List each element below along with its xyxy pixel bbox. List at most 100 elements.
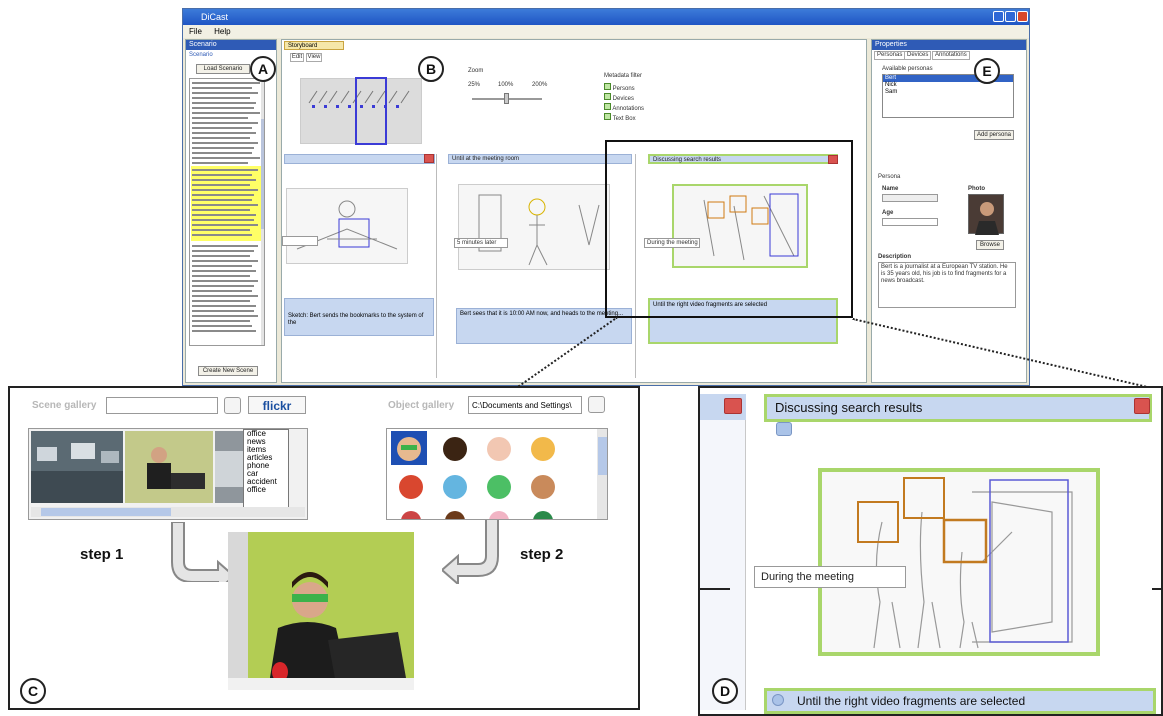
scene-1-close-button[interactable] [424, 154, 434, 163]
scene-1-header[interactable] [284, 154, 435, 164]
persona-section-label: Persona [878, 174, 901, 180]
zoom-slider-thumb[interactable] [504, 93, 509, 104]
description-label: Description [878, 254, 912, 260]
persona-item[interactable]: Sam [883, 89, 1013, 96]
tab-devices[interactable]: Devices [904, 51, 932, 60]
scene-thumb-office-image [31, 443, 123, 503]
flickr-tag-dropdown[interactable]: office news items articles phone car acc… [243, 429, 289, 509]
title-bar: DiCast [183, 9, 1029, 25]
photo-label: Photo [968, 186, 985, 192]
properties-panel: Properties Personas Devices Annotations … [871, 39, 1027, 383]
scenario-text-area[interactable] [189, 78, 265, 346]
step-1-arrow-icon [171, 522, 230, 582]
step-1-label: step 1 [80, 546, 124, 563]
scene-thumb-desk[interactable] [125, 431, 213, 503]
age-field[interactable] [882, 218, 938, 226]
metadata-option-annotations[interactable]: Annotations [604, 103, 644, 113]
subtab-view[interactable]: View [306, 53, 322, 62]
label-e: E [974, 58, 1000, 84]
detail-d-note[interactable]: Until the right video fragments are sele… [764, 688, 1156, 714]
label-c: C [20, 678, 46, 704]
scene-2-sketch[interactable] [458, 184, 610, 270]
scene-gallery-browse-button[interactable] [224, 397, 241, 414]
composite-result-photo [228, 532, 414, 690]
checkbox-textbox[interactable] [604, 113, 611, 120]
load-scenario-button[interactable]: Load Scenario [196, 64, 250, 74]
scene-2-caption-box[interactable]: 5 minutes later [454, 238, 508, 248]
overview-viewport-frame[interactable] [355, 77, 387, 145]
scene-1-drawing [296, 200, 398, 250]
scene-thumb-room[interactable] [215, 431, 243, 503]
zoom-tick-100: 100% [498, 82, 514, 88]
detail-d-note-toggle[interactable] [772, 694, 784, 706]
detail-d-scene-title[interactable]: Discussing search results [764, 394, 1152, 422]
tab-personas[interactable]: Personas [874, 51, 906, 60]
composite-photo-image [228, 532, 414, 690]
scene-gallery-search-input[interactable] [106, 397, 218, 414]
menu-help[interactable]: Help [214, 27, 230, 36]
scene-thumb-desk-image [125, 431, 213, 503]
scene-gallery-scrollbar-thumb[interactable] [41, 508, 171, 516]
maximize-button[interactable] [1005, 11, 1016, 22]
zoom-label: Zoom [468, 68, 484, 74]
overview-strip[interactable] [300, 77, 422, 145]
detail-d-prev-close-button[interactable] [724, 398, 742, 414]
scenario-panel: Scenario Scenario Load Scenario Create N… [185, 39, 277, 383]
scene-1-note[interactable]: Sketch: Bert sends the bookmarks to the … [284, 298, 434, 336]
metadata-option-devices[interactable]: Devices [604, 93, 634, 103]
detail-d-collapse-button[interactable] [776, 422, 792, 436]
object-gallery-label: Object gallery [388, 400, 455, 411]
checkbox-persons[interactable] [604, 83, 611, 90]
scene-gallery-label: Scene gallery [32, 400, 97, 411]
persona-photo [968, 194, 1004, 235]
properties-panel-header: Properties [872, 40, 1026, 50]
name-label: Name [882, 186, 899, 192]
persona-photo-image [975, 202, 999, 235]
detail-d-close-button[interactable] [1134, 398, 1150, 414]
detail-d-panel: Discussing search results During the mee… [698, 386, 1163, 716]
scene-thumb-office[interactable] [31, 431, 123, 503]
object-gallery-browse-button[interactable] [588, 396, 605, 413]
detail-d-timeline-mark-right [1152, 588, 1163, 590]
step-2-arrow-icon [442, 520, 499, 584]
zoom-tick-25: 25% [468, 82, 481, 88]
menu-file[interactable]: File [189, 27, 202, 36]
scene-2-drawing [478, 194, 600, 266]
create-new-scene-button[interactable]: Create New Scene [198, 366, 258, 376]
flickr-button[interactable]: flickr [248, 396, 306, 414]
detail-d-scene-sketch[interactable] [818, 468, 1100, 656]
metadata-option-textbox[interactable]: Text Box [604, 113, 636, 123]
object-gallery-path-input[interactable]: C:\Documents and Settings\ [468, 396, 582, 414]
persona-item[interactable]: Nick [883, 82, 1013, 89]
scene-1-sketch[interactable] [286, 188, 408, 264]
label-d: D [712, 678, 738, 704]
tab-storyboard[interactable]: Storyboard [284, 41, 344, 50]
scenario-text-lines [191, 79, 264, 345]
metadata-option-persons[interactable]: Persons [604, 83, 635, 93]
add-persona-button[interactable]: Add persona [974, 130, 1014, 140]
menu-bar: File Help [183, 25, 1029, 38]
checkbox-annotations[interactable] [604, 103, 611, 110]
tab-annotations[interactable]: Annotations [932, 51, 970, 60]
object-gallery-grid[interactable] [386, 428, 608, 520]
detail-d-left-scene-edge [700, 394, 746, 710]
subtab-edit[interactable]: Edit [290, 53, 304, 62]
scenario-panel-header: Scenario [186, 40, 276, 50]
scene-1[interactable]: Sketch: Bert sends the bookmarks to the … [282, 154, 437, 378]
detail-d-sketch-drawing [857, 477, 1073, 649]
browse-button[interactable]: Browse [976, 240, 1004, 250]
step-2-label: step 2 [520, 546, 564, 563]
minimize-button[interactable] [993, 11, 1004, 22]
checkbox-devices[interactable] [604, 93, 611, 100]
tag-item[interactable]: office [247, 486, 288, 494]
name-field[interactable] [882, 194, 938, 202]
scene-gallery-strip[interactable]: office news items articles phone car acc… [28, 428, 308, 520]
age-label: Age [882, 210, 894, 216]
detail-d-timeline-mark-left [700, 588, 730, 590]
scene-1-caption-box[interactable] [282, 236, 318, 246]
detail-d-caption-box[interactable]: During the meeting [754, 566, 906, 588]
scene-thumb-room-image [215, 451, 243, 487]
close-button[interactable] [1017, 11, 1028, 22]
description-field[interactable]: Bert is a journalist at a European TV st… [878, 262, 1016, 308]
metadata-filter-title: Metadata filter [604, 73, 643, 79]
